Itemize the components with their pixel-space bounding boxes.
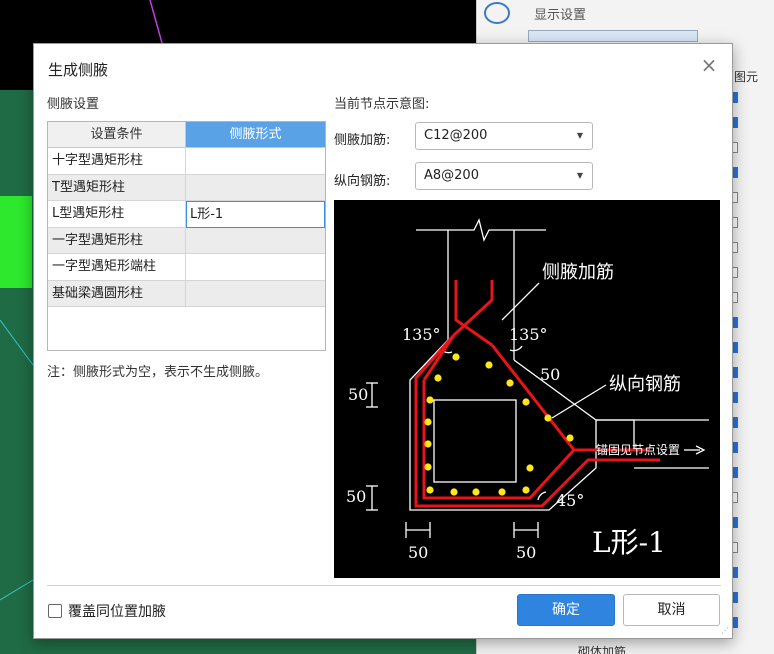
cell-haunch-type[interactable] [186,254,325,281]
label-shape-name: L形-1 [592,526,666,559]
label-angle-left: 135° [402,325,441,344]
side-rebar-label: 侧腋加筋: [334,133,391,148]
haunch-diagram-svg: 侧腋加筋 纵向钢筋 锚固见节点设置 135° 135° 45° 50 50 50… [346,218,709,562]
haunch-rebar-right-hook [452,280,494,337]
bar-dot [424,418,432,426]
bar-dot [526,464,534,472]
selected-wall-highlight [0,196,32,288]
header-haunch-type[interactable]: 侧腋形式 [186,122,325,148]
bar-dot [434,374,442,382]
long-rebar-select[interactable]: A8@200 ▼ [415,162,593,190]
label-dim-bottom-right: 50 [516,543,536,562]
break-line [416,218,546,242]
table-row[interactable]: T型遇矩形柱 [48,174,325,201]
node-diagram-label: 当前节点示意图: [334,97,430,112]
generate-haunch-dialog: 生成侧腋 × 侧腋设置 当前节点示意图: 设置条件 侧腋形式 十字型遇矩形柱 T… [33,43,733,639]
bar-dot [498,488,506,496]
long-rebar-value: A8@200 [424,168,479,183]
chevron-down-icon: ▼ [576,131,583,140]
label-dim-left-upper: 50 [348,385,368,404]
cell-haunch-type[interactable] [186,148,325,175]
node-diagram: 侧腋加筋 纵向钢筋 锚固见节点设置 135° 135° 45° 50 50 50… [334,200,720,578]
cell-haunch-type[interactable] [186,228,325,254]
table-header: 设置条件 侧腋形式 [48,122,325,148]
table-row[interactable]: 基础梁遇圆形柱 [48,280,325,307]
haunch-settings-table: 设置条件 侧腋形式 十字型遇矩形柱 T型遇矩形柱 L型遇矩形柱 L形-1 一字型… [47,121,326,351]
label-side-rebar: 侧腋加筋 [542,262,614,283]
display-settings-title: 显示设置 [534,8,587,23]
close-icon[interactable]: × [700,55,718,75]
cancel-button[interactable]: 取消 [623,594,720,626]
cell-haunch-type[interactable] [186,281,325,307]
label-angle-right: 135° [509,325,548,344]
bar-dot [522,486,530,494]
cell-haunch-type[interactable] [186,175,325,201]
leader-line [501,282,540,321]
long-rebar-label: 纵向钢筋: [334,174,391,189]
leader-line [551,384,607,419]
table-row[interactable]: 一字型遇矩形柱 [48,227,325,254]
panel-column-header: 图元 [734,70,759,84]
cell-haunch-type-selected[interactable]: L形-1 [186,201,325,228]
bar-dot [485,361,493,369]
panel-item-masonry-rebar: 砌体加筋 [578,645,627,654]
label-anchor: 锚固见节点设置 [596,442,680,457]
bar-dot [472,488,480,496]
haunch-rebar-diag [490,344,576,451]
bar-dot [424,440,432,448]
overwrite-checkbox[interactable]: 覆盖同位置加腋 [48,601,166,621]
ok-button[interactable]: 确定 [517,594,615,626]
bar-dot [522,398,530,406]
bar-dot [426,486,434,494]
label-angle-bottom: 45° [556,491,584,510]
footer-divider [47,585,721,586]
empty-type-note: 注：侧腋形式为空，表示不生成侧腋。 [47,365,269,380]
bar-dot [426,396,434,404]
cell-condition: 十字型遇矩形柱 [48,148,186,175]
orbit-icon[interactable] [484,2,510,24]
overwrite-label: 覆盖同位置加腋 [68,604,166,620]
side-rebar-value: C12@200 [424,128,488,143]
haunch-settings-label: 侧腋设置 [47,97,100,112]
cell-condition: T型遇矩形柱 [48,174,186,201]
bar-dot [424,463,432,471]
table-row[interactable]: L型遇矩形柱 L形-1 [48,201,325,228]
cell-condition: 一字型遇矩形柱 [48,227,186,254]
angle-arc [537,491,547,501]
haunch-rebar-inner [422,380,650,500]
bar-dot [506,379,514,387]
table-row[interactable]: 十字型遇矩形柱 [48,148,325,175]
table-row[interactable]: 一字型遇矩形端柱 [48,254,325,281]
label-dim-top-right: 50 [540,365,560,384]
header-condition[interactable]: 设置条件 [48,122,186,148]
cell-condition: 基础梁遇圆形柱 [48,280,186,307]
label-long-rebar: 纵向钢筋 [609,374,681,395]
resize-grip-icon[interactable]: ⋰ [721,627,729,635]
angle-arc [509,345,523,352]
bar-dot [544,414,552,422]
side-rebar-select[interactable]: C12@200 ▼ [415,122,593,150]
bar-dot [450,488,458,496]
chevron-down-icon: ▼ [576,171,583,180]
checkbox-box[interactable] [48,604,62,618]
label-dim-left-lower: 50 [346,487,366,506]
display-settings-tabs[interactable] [528,30,698,42]
cell-condition: L型遇矩形柱 [48,201,186,228]
bar-dot [566,434,574,442]
bar-dot [452,353,460,361]
haunch-rebar-left-hook [454,280,493,347]
label-dim-bottom-left: 50 [408,543,428,562]
column-section [433,399,517,483]
dialog-title: 生成侧腋 [48,61,109,79]
cell-condition: 一字型遇矩形端柱 [48,254,186,281]
